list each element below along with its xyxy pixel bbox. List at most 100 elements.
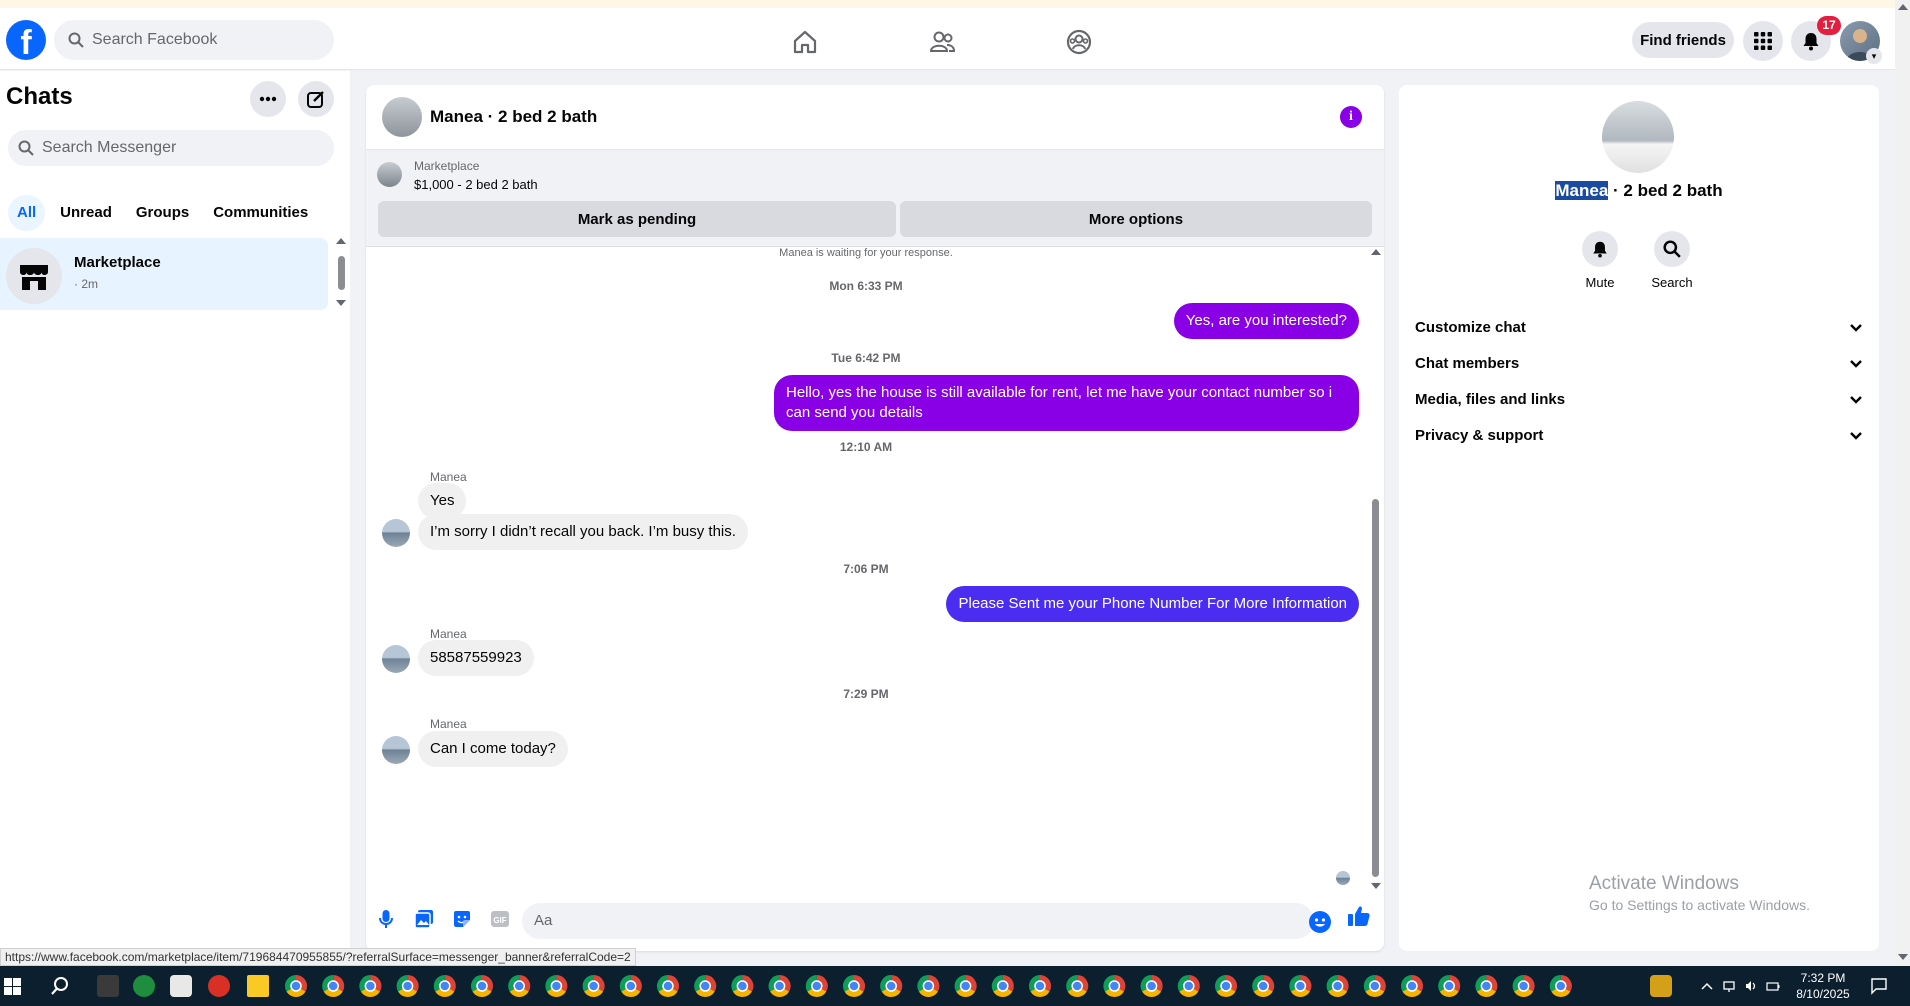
find-friends-button[interactable]: Find friends <box>1632 22 1734 58</box>
groups-icon[interactable] <box>1065 28 1093 56</box>
chrome-icon[interactable] <box>1029 975 1051 998</box>
conversation-scroll-thumb[interactable] <box>1372 499 1379 877</box>
chrome-icon[interactable] <box>731 975 754 997</box>
chat-list-item[interactable]: Marketplace · 2m <box>0 238 328 310</box>
chrome-icon[interactable] <box>359 975 382 997</box>
facebook-search-input[interactable]: Search Facebook <box>54 20 334 60</box>
mute-action[interactable]: Mute <box>1570 231 1630 290</box>
incoming-message[interactable]: 58587559923 <box>418 640 534 676</box>
conversation-avatar[interactable] <box>382 97 422 137</box>
chrome-icon[interactable] <box>396 975 419 997</box>
chrome-icon[interactable] <box>991 975 1014 997</box>
network-icon[interactable] <box>1722 979 1736 993</box>
chrome-icon[interactable] <box>1549 975 1572 998</box>
info-icon[interactable]: i <box>1340 106 1362 128</box>
notification-center-icon[interactable] <box>1870 977 1888 995</box>
chrome-icon[interactable] <box>508 975 531 997</box>
media-files-links-section[interactable]: Media, files and links <box>1415 379 1863 419</box>
scroll-down-arrow-icon[interactable] <box>1898 954 1908 960</box>
outgoing-message[interactable]: Yes, are you interested? <box>1173 303 1359 339</box>
chrome-icon[interactable] <box>1326 975 1349 997</box>
sender-avatar[interactable] <box>382 645 410 673</box>
chat-members-section[interactable]: Chat members <box>1415 343 1863 383</box>
chrome-icon[interactable] <box>1475 975 1498 997</box>
outgoing-message[interactable]: Hello, yes the house is still available … <box>774 375 1359 431</box>
chrome-icon[interactable] <box>954 975 977 997</box>
outgoing-message[interactable]: Please Sent me your Phone Number For Mor… <box>946 586 1359 622</box>
chrome-icon[interactable] <box>1512 975 1535 997</box>
system-clock[interactable]: 7:32 PM 8/10/2025 <box>1793 970 1853 1002</box>
customize-chat-section[interactable]: Customize chat <box>1415 307 1863 347</box>
chrome-icon[interactable] <box>1438 975 1461 998</box>
chrome-icon[interactable] <box>917 975 940 997</box>
privacy-support-section[interactable]: Privacy & support <box>1415 415 1863 455</box>
filter-tab-communities[interactable]: Communities <box>204 195 317 231</box>
chrome-icon[interactable] <box>322 975 345 997</box>
chrome-icon[interactable] <box>433 975 456 997</box>
mark-as-pending-button[interactable]: Mark as pending <box>378 201 896 237</box>
chrome-window-icons[interactable] <box>285 966 1625 1006</box>
taskbar-search-icon[interactable] <box>50 976 70 996</box>
listing-thumbnail[interactable] <box>377 162 402 187</box>
incoming-message[interactable]: Can I come today? <box>418 731 568 767</box>
gif-button[interactable]: GIF <box>488 907 512 931</box>
home-icon[interactable] <box>791 28 819 56</box>
page-scrollbar[interactable] <box>1895 0 1910 966</box>
sticky-notes-icon[interactable] <box>247 975 269 997</box>
friends-icon[interactable] <box>928 28 956 56</box>
scroll-down-arrow-icon[interactable] <box>1371 883 1381 889</box>
chrome-icon[interactable] <box>657 975 679 997</box>
conversation-scrollbar[interactable] <box>1369 247 1382 891</box>
chrome-icon[interactable] <box>768 975 791 997</box>
new-message-button[interactable] <box>298 81 334 117</box>
chrome-icon[interactable] <box>1177 975 1200 997</box>
battery-icon[interactable] <box>1766 979 1780 993</box>
filter-tab-groups[interactable]: Groups <box>127 195 198 231</box>
chrome-icon[interactable] <box>208 975 230 997</box>
menu-button[interactable] <box>1743 21 1783 61</box>
chrome-icon[interactable] <box>805 975 828 997</box>
taskbar-app-icon[interactable] <box>97 975 119 997</box>
taskbar-app-icon[interactable] <box>170 975 192 997</box>
sender-avatar[interactable] <box>382 519 410 547</box>
conversation-title[interactable]: Manea · 2 bed 2 bath <box>430 107 597 127</box>
chrome-icon[interactable] <box>880 975 903 997</box>
chrome-icon[interactable] <box>694 975 717 998</box>
scroll-up-arrow-icon[interactable] <box>1898 4 1908 10</box>
sticker-button[interactable] <box>450 907 474 931</box>
taskbar-app-icon[interactable] <box>1650 975 1672 997</box>
facebook-logo[interactable]: f <box>6 20 46 62</box>
chrome-icon[interactable] <box>1140 975 1163 997</box>
messenger-search-input[interactable]: Search Messenger <box>8 130 334 166</box>
emoji-icon[interactable] <box>1309 911 1331 933</box>
chrome-icon[interactable] <box>545 975 568 997</box>
chrome-icon[interactable] <box>1215 975 1237 998</box>
chrome-icon[interactable] <box>1401 975 1424 997</box>
like-button[interactable] <box>1347 904 1371 928</box>
show-hidden-icons-icon[interactable] <box>1700 979 1714 993</box>
chat-list-scrollbar[interactable] <box>336 238 346 308</box>
search-action[interactable]: Search <box>1642 231 1702 290</box>
windows-start-icon[interactable] <box>4 978 21 995</box>
incoming-message[interactable]: I’m sorry I didn’t recall you back. I’m … <box>418 514 748 550</box>
filter-tab-unread[interactable]: Unread <box>51 195 121 231</box>
scroll-up-arrow-icon[interactable] <box>336 238 346 244</box>
chat-options-button[interactable] <box>250 81 286 117</box>
chat-info-avatar[interactable] <box>1602 101 1674 173</box>
filter-tab-all[interactable]: All <box>8 195 46 231</box>
scroll-up-arrow-icon[interactable] <box>1371 249 1381 255</box>
more-options-button[interactable]: More options <box>900 201 1372 237</box>
scroll-down-arrow-icon[interactable] <box>336 300 346 306</box>
account-chevron-icon[interactable]: ▾ <box>1866 48 1882 64</box>
chrome-icon[interactable] <box>133 975 155 997</box>
chrome-icon[interactable] <box>1066 975 1089 997</box>
chrome-icon[interactable] <box>285 975 307 997</box>
voice-clip-button[interactable] <box>374 907 398 931</box>
chrome-icon[interactable] <box>619 975 642 997</box>
chrome-icon[interactable] <box>471 975 493 997</box>
chrome-icon[interactable] <box>1252 975 1275 997</box>
listing-price[interactable]: $1,000 - 2 bed 2 bath <box>414 177 538 192</box>
message-input[interactable]: Aa <box>522 903 1314 939</box>
chat-list-scroll-thumb[interactable] <box>338 256 345 290</box>
chrome-icon[interactable] <box>1363 975 1386 998</box>
